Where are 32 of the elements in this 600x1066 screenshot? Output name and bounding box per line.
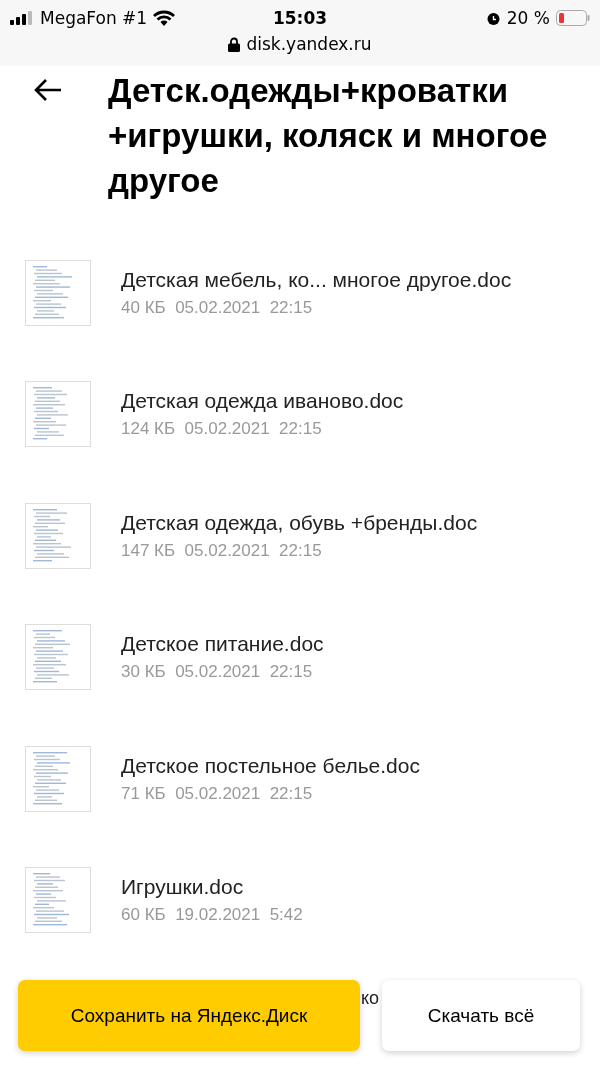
folder-title: Детск.одежды+кроватки +игрушки, коляск и многое другое [108,71,549,201]
file-name[interactable]: Детское постельное белье.doc [121,753,420,778]
document-thumbnail [25,259,91,326]
file-name[interactable]: Детская мебель, ко... многое другое.doc [121,267,512,292]
file-name[interactable]: Детская одежда иваново.doc [121,389,404,414]
back-arrow-icon [34,78,62,102]
document-thumbnail [25,624,91,691]
file-name[interactable]: Детское питание.doc [121,632,324,657]
file-meta: 40 КБ 05.02.2021 22:15 [121,297,314,318]
download-button[interactable]: Скачать всё [382,980,580,1051]
battery-icon [556,10,590,26]
file-meta: 60 КБ 19.02.2021 5:42 [121,905,303,926]
document-thumbnail [25,381,91,448]
alarm-icon [485,10,501,26]
file-meta: 147 КБ 05.02.2021 22:15 [121,540,323,561]
signal-icon [10,11,34,25]
file-meta: 124 КБ 05.02.2021 22:15 [121,419,323,440]
save-button[interactable]: Сохранить на Яндекс.Диск [18,980,360,1051]
carrier-name: MegaFon #1 [40,8,148,28]
file-name[interactable]: Детская одежда, обувь +бренды.doc [121,510,478,535]
lock-icon [228,36,241,52]
file-meta: 30 КБ 05.02.2021 22:15 [121,662,314,683]
document-thumbnail [25,502,91,569]
page-url: disk.yandex.ru [246,34,372,54]
file-name[interactable]: Игрушки.doc [121,875,303,900]
battery-percent: 20 % [506,8,550,28]
wifi-icon [153,10,176,26]
file-name: ко [361,988,380,1009]
document-thumbnail [25,745,91,812]
clock-time: 15:03 [272,8,328,28]
file-meta: 71 КБ 05.02.2021 22:15 [121,783,314,804]
document-thumbnail [25,867,91,934]
